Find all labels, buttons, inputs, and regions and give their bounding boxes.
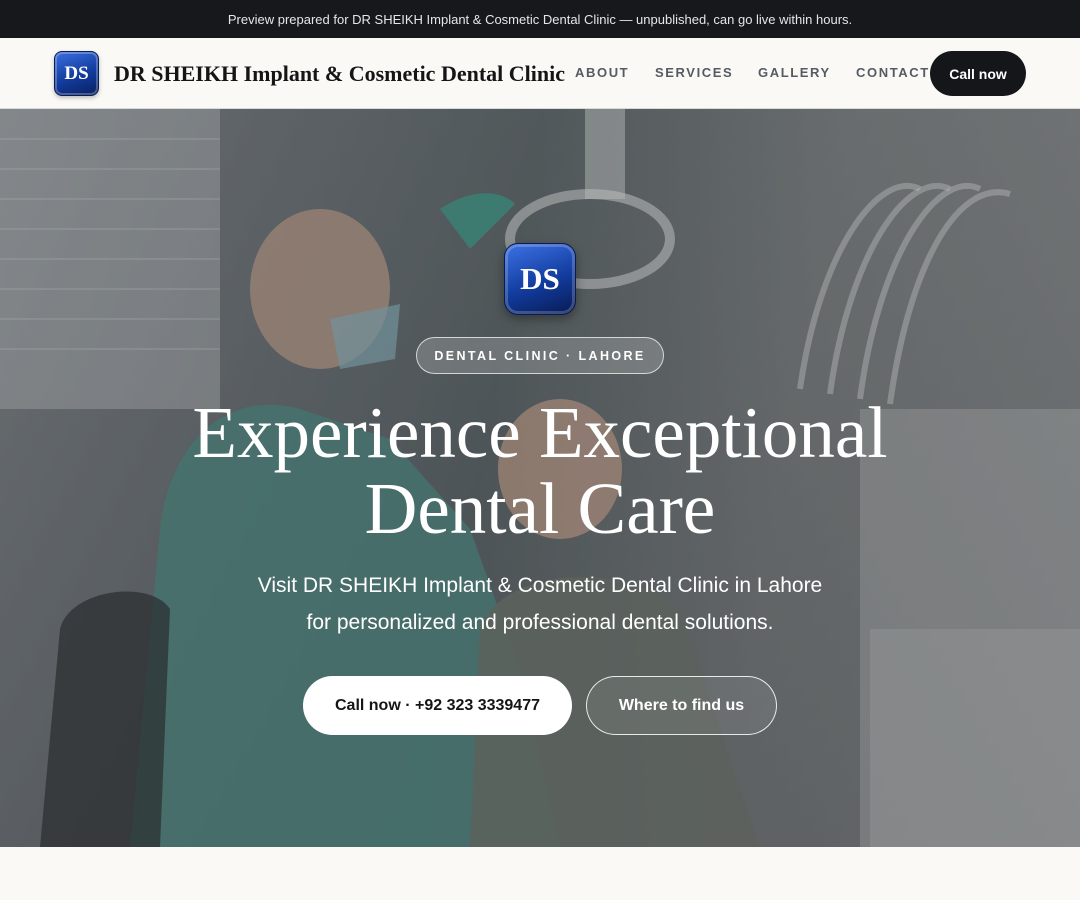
hero-headline: Experience Exceptional Dental Care xyxy=(0,395,1080,547)
call-now-button-label: Call now · +92 323 3339477 xyxy=(334,696,540,714)
hero-section: DS DENTAL CLINIC · LAHORE Experience Exc… xyxy=(0,109,1080,847)
location-tag-text: DENTAL CLINIC · LAHORE xyxy=(434,348,646,363)
hero-subtitle: Visit DR SHEIKH Implant & Cosmetic Denta… xyxy=(0,567,1080,641)
clinic-logo[interactable]: DS xyxy=(54,51,99,96)
clinic-logo-text: DS xyxy=(64,62,89,84)
preview-banner-text: Preview prepared for DR SHEIKH Implant &… xyxy=(227,11,853,27)
brand-name[interactable]: DR SHEIKH Implant & Cosmetic Dental Clin… xyxy=(114,61,565,87)
hero-content: DS DENTAL CLINIC · LAHORE Experience Exc… xyxy=(0,109,1080,847)
nav-link-services[interactable]: SERVICES xyxy=(655,65,733,80)
site-header: DS DR SHEIKH Implant & Cosmetic Dental C… xyxy=(0,38,1080,109)
hero-subtitle-line2: for personalized and professional dental… xyxy=(306,611,774,634)
hero-subtitle-line1: Visit DR SHEIKH Implant & Cosmetic Denta… xyxy=(257,574,823,597)
where-to-find-us-button[interactable]: Where to find us xyxy=(586,676,777,735)
nav-link-about[interactable]: ABOUT xyxy=(575,65,629,80)
hero-logo-text: DS xyxy=(520,261,560,296)
location-tag: DENTAL CLINIC · LAHORE xyxy=(416,337,664,374)
brand[interactable]: DS DR SHEIKH Implant & Cosmetic Dental C… xyxy=(54,51,565,96)
hero-headline-line1: Experience Exceptional xyxy=(192,392,888,473)
hero-headline-line2: Dental Care xyxy=(364,468,716,549)
nav-link-gallery[interactable]: GALLERY xyxy=(758,65,831,80)
header-call-button-label: Call now xyxy=(949,65,1007,82)
call-now-button[interactable]: Call now · +92 323 3339477 xyxy=(303,676,572,735)
nav-link-contact[interactable]: CONTACT xyxy=(856,65,930,80)
header-call-button[interactable]: Call now xyxy=(930,51,1026,96)
hero-logo: DS xyxy=(504,243,576,315)
where-to-find-us-label: Where to find us xyxy=(618,696,745,714)
preview-banner: Preview prepared for DR SHEIKH Implant &… xyxy=(0,0,1080,38)
